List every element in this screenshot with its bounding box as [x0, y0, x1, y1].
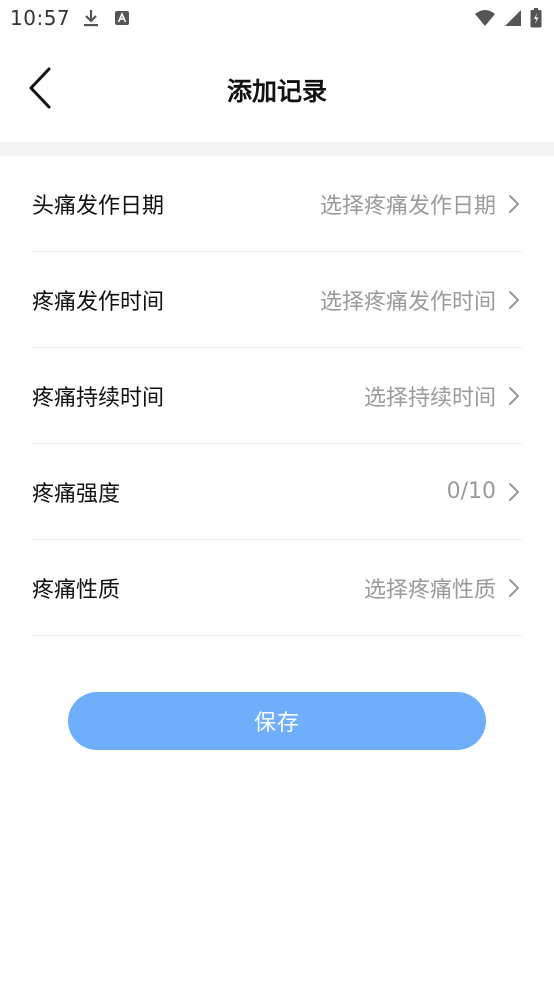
- row-right: 选择疼痛性质: [364, 572, 522, 604]
- form-row-intensity[interactable]: 疼痛强度 0/10: [32, 444, 522, 540]
- save-button[interactable]: 保存: [68, 692, 486, 750]
- battery-icon: [530, 8, 542, 32]
- status-time: 10:57: [10, 6, 71, 30]
- chevron-right-icon: [506, 577, 522, 599]
- row-right: 选择疼痛发作时间: [320, 284, 522, 316]
- form-row-onset-time[interactable]: 疼痛发作时间 选择疼痛发作时间: [32, 252, 522, 348]
- row-value: 选择持续时间: [363, 385, 496, 411]
- row-value: 0/10: [446, 479, 496, 504]
- row-value: 选择疼痛发作时间: [319, 289, 496, 315]
- row-right: 选择疼痛发作日期: [320, 188, 522, 220]
- row-label: 头痛发作日期: [32, 193, 165, 219]
- chevron-right-icon: [506, 385, 522, 407]
- download-icon: [82, 8, 100, 32]
- form-row-duration[interactable]: 疼痛持续时间 选择持续时间: [32, 348, 522, 444]
- form-row-onset-date[interactable]: 头痛发作日期 选择疼痛发作日期: [32, 156, 522, 252]
- row-label: 疼痛发作时间: [32, 289, 165, 315]
- chevron-right-icon: [506, 289, 522, 311]
- status-left-icons: [82, 8, 130, 32]
- row-right: 0/10: [447, 479, 522, 504]
- row-label: 疼痛性质: [32, 577, 121, 603]
- record-form: 头痛发作日期 选择疼痛发作日期 疼痛发作时间 选择疼痛发作时间 疼痛持续时间 选…: [32, 156, 522, 636]
- status-right-icons: [474, 8, 542, 32]
- chevron-right-icon: [506, 193, 522, 215]
- section-divider: [0, 142, 554, 156]
- row-right: 选择持续时间: [364, 380, 522, 412]
- row-label: 疼痛持续时间: [32, 385, 165, 411]
- page-title: 添加记录: [226, 77, 327, 106]
- row-value: 选择疼痛发作日期: [319, 193, 496, 219]
- signal-icon: [504, 9, 522, 31]
- status-bar: 10:57: [0, 0, 554, 38]
- wifi-icon: [474, 9, 496, 31]
- app-header: 添加记录: [0, 38, 554, 142]
- row-value: 选择疼痛性质: [363, 577, 496, 603]
- form-row-pain-type[interactable]: 疼痛性质 选择疼痛性质: [32, 540, 522, 636]
- app-a-icon: [114, 10, 130, 30]
- row-label: 疼痛强度: [32, 481, 121, 507]
- chevron-right-icon: [506, 481, 522, 503]
